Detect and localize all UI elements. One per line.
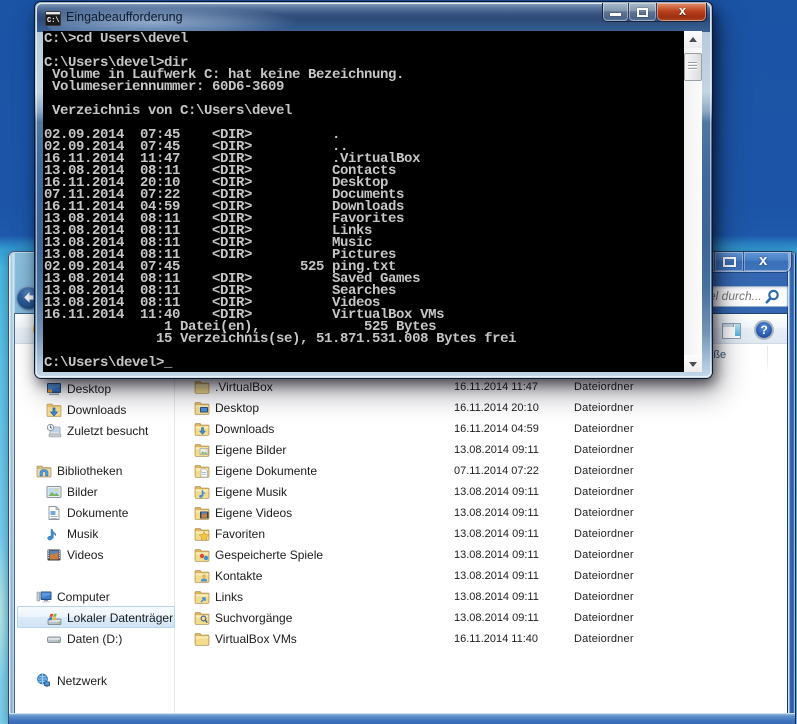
- svg-text:C:\: C:\: [47, 17, 60, 25]
